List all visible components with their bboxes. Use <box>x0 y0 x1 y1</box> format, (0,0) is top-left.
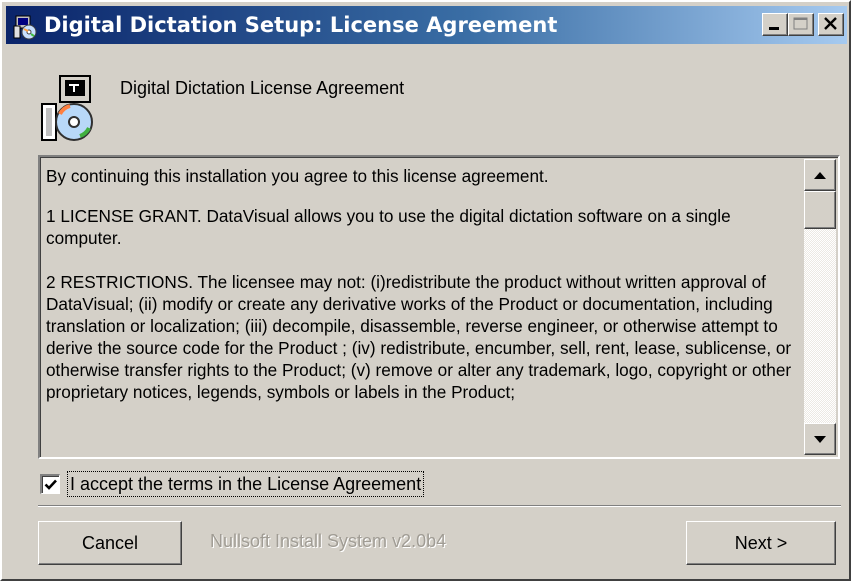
installer-icon <box>12 12 40 40</box>
scroll-up-button[interactable] <box>804 159 836 191</box>
title-bar[interactable]: Digital Dictation Setup: License Agreeme… <box>6 6 847 44</box>
scroll-thumb[interactable] <box>804 191 836 229</box>
setup-window: Digital Dictation Setup: License Agreeme… <box>0 0 851 581</box>
license-grant: 1 LICENSE GRANT. DataVisual allows you t… <box>46 206 731 248</box>
vertical-scrollbar[interactable] <box>804 159 836 455</box>
accept-checkbox[interactable] <box>40 474 60 494</box>
checkmark-icon <box>44 479 57 490</box>
scroll-down-button[interactable] <box>804 423 836 455</box>
maximize-button[interactable] <box>788 13 814 36</box>
separator <box>38 505 841 507</box>
next-button[interactable]: Next > <box>686 521 836 565</box>
accept-label[interactable]: I accept the terms in the License Agreem… <box>66 471 425 497</box>
arrow-up-icon <box>814 172 826 179</box>
cancel-button[interactable]: Cancel <box>38 521 182 565</box>
license-restrictions: 2 RESTRICTIONS. The licensee may not: (i… <box>46 272 792 402</box>
window-title: Digital Dictation Setup: License Agreeme… <box>44 13 558 37</box>
license-text: By continuing this installation you agre… <box>46 165 798 425</box>
page-title: Digital Dictation License Agreement <box>120 78 405 98</box>
arrow-down-icon <box>814 436 826 443</box>
license-text-box[interactable]: By continuing this installation you agre… <box>38 155 840 459</box>
minimize-button[interactable] <box>762 13 788 36</box>
install-disk-icon <box>36 70 106 144</box>
installer-branding: Nullsoft Install System v2.0b4 <box>210 531 447 551</box>
license-intro: By continuing this installation you agre… <box>46 166 549 186</box>
close-button[interactable] <box>818 13 844 36</box>
